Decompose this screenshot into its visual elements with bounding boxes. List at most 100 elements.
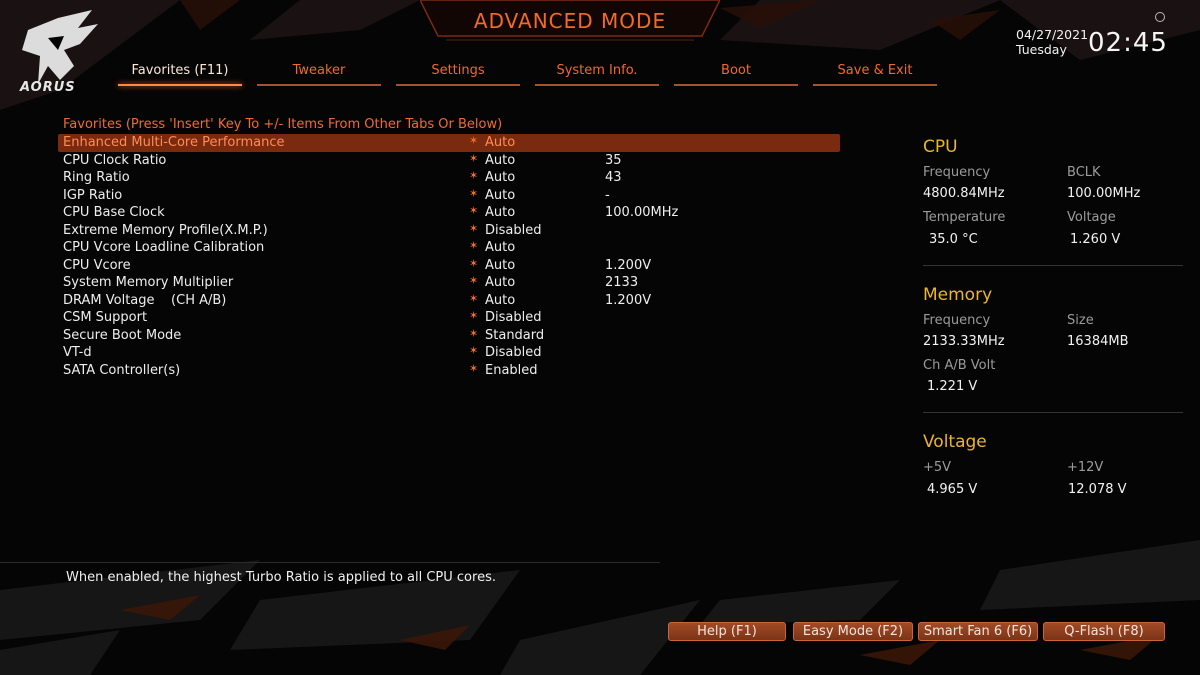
- setting-name: Enhanced Multi-Core Performance: [63, 135, 285, 150]
- setting-name: CPU Vcore: [63, 257, 131, 273]
- tab-label: Boot: [721, 63, 751, 78]
- favorites-heading: Favorites (Press 'Insert' Key To +/- Ite…: [63, 117, 503, 132]
- setting-name: System Memory Multiplier: [63, 275, 234, 290]
- divider: [0, 562, 660, 563]
- qflash-button[interactable]: Q-Flash (F8): [1043, 622, 1165, 641]
- cpu-frequency-label: Frequency: [923, 165, 991, 180]
- setting-name: CSM Support: [63, 310, 148, 325]
- cpu-bclk-value: 100.00MHz: [1067, 186, 1141, 201]
- star-icon[interactable]: ✶: [469, 307, 478, 325]
- setting-value[interactable]: Disabled: [485, 344, 541, 362]
- help-button[interactable]: Help (F1): [668, 622, 786, 641]
- divider: [923, 412, 1183, 413]
- star-icon[interactable]: ✶: [469, 272, 478, 290]
- star-icon[interactable]: ✶: [469, 360, 478, 378]
- setting-current-value: -: [605, 187, 610, 203]
- memory-size-label: Size: [1067, 313, 1094, 328]
- setting-row[interactable]: System Memory Multiplier ✶ Auto 2133: [58, 274, 840, 292]
- memory-frequency-label: Frequency: [923, 313, 991, 328]
- setting-name: CPU Clock Ratio: [63, 152, 167, 168]
- setting-value[interactable]: Disabled: [485, 222, 541, 240]
- setting-name: SATA Controller(s): [63, 362, 181, 378]
- setting-row[interactable]: CPU Base Clock ✶ Auto 100.00MHz: [58, 204, 840, 222]
- setting-name: Ring Ratio: [63, 170, 130, 185]
- setting-row[interactable]: Secure Boot Mode ✶ Standard: [58, 327, 840, 345]
- cpu-section-title: CPU: [923, 137, 958, 157]
- setting-row[interactable]: Extreme Memory Profile(X.M.P.) ✶ Disabled: [58, 222, 840, 240]
- setting-value[interactable]: Auto: [485, 204, 515, 222]
- voltage-section-title: Voltage: [923, 432, 987, 452]
- cpu-voltage-label: Voltage: [1067, 210, 1116, 225]
- setting-value[interactable]: Auto: [485, 257, 515, 275]
- voltage-5v-label: +5V: [923, 460, 952, 475]
- setting-value[interactable]: Auto: [485, 134, 515, 152]
- setting-value[interactable]: Enabled: [485, 362, 538, 380]
- setting-row[interactable]: CPU Vcore Loadline Calibration ✶ Auto: [58, 239, 840, 257]
- setting-name: VT-d: [63, 345, 92, 360]
- cpu-frequency-value: 4800.84MHz: [923, 186, 1005, 201]
- star-icon[interactable]: ✶: [469, 342, 478, 360]
- setting-row[interactable]: CSM Support ✶ Disabled: [58, 309, 840, 327]
- setting-row[interactable]: Enhanced Multi-Core Performance ✶ Auto: [58, 134, 840, 152]
- setting-row[interactable]: CPU Vcore ✶ Auto 1.200V: [58, 257, 840, 275]
- tab-save-exit[interactable]: Save & Exit: [813, 60, 937, 86]
- cpu-voltage-value: 1.260 V: [1070, 232, 1121, 247]
- setting-value[interactable]: Disabled: [485, 309, 541, 327]
- memory-size-value: 16384MB: [1067, 334, 1129, 349]
- divider: [923, 265, 1183, 266]
- smart-fan-button[interactable]: Smart Fan 6 (F6): [918, 622, 1038, 641]
- star-icon[interactable]: ✶: [469, 150, 478, 168]
- cpu-temperature-value: 35.0 °C: [929, 232, 978, 247]
- tab-label: Settings: [431, 63, 485, 78]
- easy-mode-button[interactable]: Easy Mode (F2): [793, 622, 913, 641]
- star-icon[interactable]: ✶: [469, 132, 478, 150]
- setting-row[interactable]: CPU Clock Ratio ✶ Auto 35: [58, 152, 840, 170]
- setting-row[interactable]: SATA Controller(s) ✶ Enabled: [58, 362, 840, 380]
- setting-value[interactable]: Auto: [485, 274, 515, 292]
- star-icon[interactable]: ✶: [469, 290, 478, 308]
- setting-value[interactable]: Auto: [485, 152, 515, 170]
- setting-current-value: 35: [605, 152, 622, 168]
- star-icon[interactable]: ✶: [469, 220, 478, 238]
- setting-row[interactable]: VT-d ✶ Disabled: [58, 344, 840, 362]
- setting-name: IGP Ratio: [63, 187, 123, 203]
- tab-label: System Info.: [556, 63, 638, 78]
- setting-value[interactable]: Auto: [485, 292, 515, 310]
- setting-current-value: 2133: [605, 275, 639, 290]
- setting-name: Secure Boot Mode: [63, 327, 182, 343]
- star-icon[interactable]: ✶: [469, 185, 478, 203]
- memory-volt-value: 1.221 V: [927, 379, 978, 394]
- gear-icon[interactable]: [1155, 12, 1165, 22]
- star-icon[interactable]: ✶: [469, 325, 478, 343]
- setting-row[interactable]: Ring Ratio ✶ Auto 43: [58, 169, 840, 187]
- voltage-12v-label: +12V: [1067, 460, 1104, 475]
- star-icon[interactable]: ✶: [469, 237, 478, 255]
- time-display: 02:45: [1088, 28, 1168, 58]
- tab-boot[interactable]: Boot: [674, 60, 798, 86]
- star-icon[interactable]: ✶: [469, 167, 478, 185]
- tab-label: Tweaker: [292, 63, 346, 78]
- setting-value[interactable]: Auto: [485, 239, 515, 257]
- setting-row[interactable]: IGP Ratio ✶ Auto -: [58, 187, 840, 205]
- settings-list: Enhanced Multi-Core Performance ✶ Auto CPU …: [58, 134, 840, 379]
- tab-system-info[interactable]: System Info.: [535, 60, 659, 86]
- setting-row[interactable]: DRAM Voltage (CH A/B) ✶ Auto 1.200V: [58, 292, 840, 310]
- date-text: 04/27/2021: [1016, 27, 1089, 42]
- setting-name: DRAM Voltage (CH A/B): [63, 292, 227, 308]
- setting-value[interactable]: Auto: [485, 169, 515, 187]
- tab-settings[interactable]: Settings: [396, 60, 520, 86]
- tab-label: Save & Exit: [837, 63, 913, 78]
- setting-value[interactable]: Auto: [485, 187, 515, 205]
- setting-value[interactable]: Standard: [485, 327, 544, 345]
- star-icon[interactable]: ✶: [469, 202, 478, 220]
- setting-name: CPU Base Clock: [63, 205, 165, 220]
- tab-tweaker[interactable]: Tweaker: [257, 60, 381, 86]
- setting-current-value: 1.200V: [605, 257, 652, 273]
- star-icon[interactable]: ✶: [469, 255, 478, 273]
- date-display: 04/27/2021 Tuesday: [1016, 27, 1088, 57]
- tab-favorites[interactable]: Favorites (F11): [118, 60, 242, 86]
- voltage-12v-value: 12.078 V: [1068, 482, 1127, 497]
- brand-text: AORUS: [20, 80, 76, 95]
- voltage-5v-value: 4.965 V: [927, 482, 978, 497]
- setting-name: Extreme Memory Profile(X.M.P.): [63, 222, 268, 238]
